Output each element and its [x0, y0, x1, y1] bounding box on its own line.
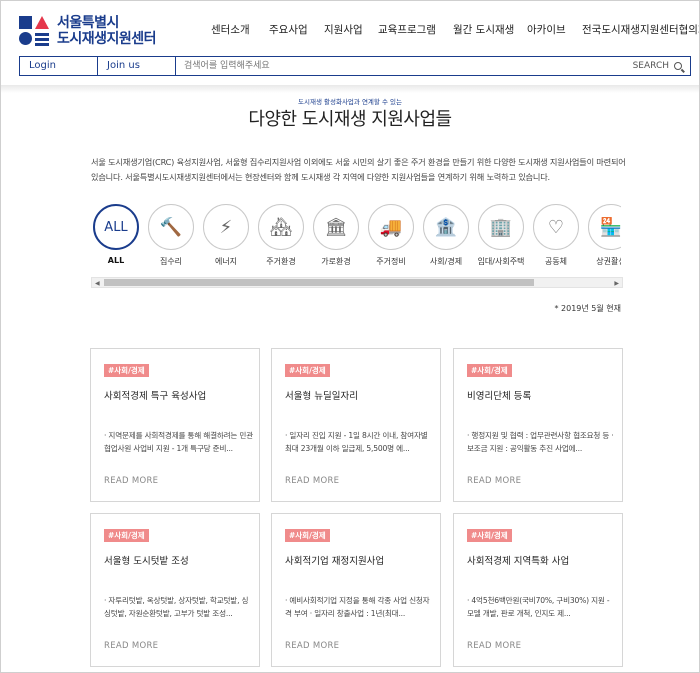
card-summary: · 자투리텃밭, 옥상텃밭, 상자텃밭, 학교텃밭, 싱싱텃밭, 자원순환텃밭,…	[104, 596, 249, 618]
login-button[interactable]: Login	[20, 57, 98, 75]
category-all-badge: ALL	[93, 204, 139, 250]
header-shadow	[1, 85, 699, 93]
category-label: 상권활성	[596, 257, 621, 266]
card-title[interactable]: 사회적경제 지역특화 사업	[467, 553, 617, 567]
program-card[interactable]: #사회/경제 비영리단체 등록 · 행정지원 및 협력 : 업무관련사항 협조요…	[453, 348, 623, 502]
category-label: ALL	[107, 256, 125, 265]
shop-icon: 🏪	[588, 204, 621, 250]
read-more-link[interactable]: READ MORE	[467, 476, 521, 486]
nav-item-monthly[interactable]: 월간 도시재생	[453, 22, 514, 37]
category-tag[interactable]: #사회/경제	[467, 529, 512, 542]
program-card[interactable]: #사회/경제 사회적경제 지역특화 사업 · 4억5천6백만원(국비70%, 구…	[453, 513, 623, 667]
category-commercial[interactable]: 🏪 상권활성	[586, 204, 621, 267]
nav-item-about[interactable]: 센터소개	[211, 22, 250, 37]
category-filter: ALL ALL 🔨 집수리 ⚡ 에너지 🏘 주거환경 🏛 가로환경 🚚 주거정비…	[91, 204, 621, 274]
logo-line-2: 도시재생지원센터	[57, 31, 157, 47]
category-tag[interactable]: #사회/경제	[285, 529, 330, 542]
nav-item-education[interactable]: 교육프로그램	[378, 22, 436, 37]
category-tag[interactable]: #사회/경제	[467, 364, 512, 377]
program-card[interactable]: #사회/경제 사회적기업 재정지원사업 · 예비사회적기업 지정을 통해 각종 …	[271, 513, 441, 667]
category-all[interactable]: ALL ALL	[91, 204, 141, 265]
program-card[interactable]: #사회/경제 서울형 뉴딜일자리 · 일자리 진입 지원 - 1일 8시간 이내…	[271, 348, 441, 502]
street-icon: 🏛	[313, 204, 359, 250]
truck-icon: 🚚	[368, 204, 414, 250]
as-of-date: * 2019년 5월 현재	[554, 304, 621, 313]
scroll-left-icon[interactable]: ◀	[95, 280, 100, 287]
house-icon: 🏘	[258, 204, 304, 250]
category-house-repair[interactable]: 🔨 집수리	[146, 204, 196, 267]
search-label: SEARCH	[632, 61, 669, 71]
card-title[interactable]: 사회적경제 특구 육성사업	[104, 388, 254, 402]
search-icon	[674, 62, 682, 70]
read-more-link[interactable]: READ MORE	[285, 476, 339, 486]
read-more-link[interactable]: READ MORE	[104, 641, 158, 651]
card-summary: · 지역문제를 사회적경제를 통해 해결하려는 민관협업사원 사업비 지원 - …	[104, 431, 254, 453]
scroll-right-icon[interactable]: ▶	[614, 280, 619, 287]
category-housing-maint[interactable]: 🚚 주거정비	[366, 204, 416, 267]
category-energy[interactable]: ⚡ 에너지	[201, 204, 251, 267]
category-tag[interactable]: #사회/경제	[104, 364, 149, 377]
bank-icon: 🏦	[423, 204, 469, 250]
logo-mark-icon	[19, 16, 49, 46]
search-button[interactable]: SEARCH	[633, 57, 690, 75]
program-card[interactable]: #사회/경제 서울형 도시텃밭 조성 · 자투리텃밭, 옥상텃밭, 상자텃밭, …	[90, 513, 260, 667]
building-icon: 🏢	[478, 204, 524, 250]
card-title[interactable]: 사회적기업 재정지원사업	[285, 553, 435, 567]
scrollbar-thumb[interactable]	[104, 279, 534, 286]
nav-item-archive[interactable]: 아카이브	[527, 22, 566, 37]
category-label: 집수리	[159, 257, 183, 266]
category-community[interactable]: ♡ 공동체	[531, 204, 581, 267]
heart-hand-icon: ♡	[533, 204, 579, 250]
site-logo[interactable]: 서울특별시 도시재생지원센터	[19, 15, 157, 47]
category-housing-env[interactable]: 🏘 주거환경	[256, 204, 306, 267]
category-label: 사회/경제	[429, 257, 463, 266]
category-rental-housing[interactable]: 🏢 임대/사회주택	[476, 204, 526, 267]
category-social-economy[interactable]: 🏦 사회/경제	[421, 204, 471, 267]
page-title: 다양한 도시재생 지원사업들	[248, 109, 452, 130]
card-title[interactable]: 서울형 뉴딜일자리	[285, 388, 435, 402]
card-summary: · 4억5천6백만원(국비70%, 구비30%) 지원 - 모델 개발, 판로 …	[467, 596, 610, 618]
page-frame: 서울특별시 도시재생지원센터 센터소개 주요사업 지원사업 교육프로그램 월간 …	[0, 0, 700, 673]
card-summary: · 일자리 진입 지원 - 1일 8시간 이내, 참여자별 최대 23개월 이하…	[285, 431, 428, 453]
site-header: 서울특별시 도시재생지원센터 센터소개 주요사업 지원사업 교육프로그램 월간 …	[1, 1, 699, 89]
section-description: 서울 도시재생기업(CRC) 육성지원사업, 서울형 집수리지원사업 이외에도 …	[91, 157, 626, 182]
category-label: 가로환경	[321, 257, 351, 266]
card-title[interactable]: 서울형 도시텃밭 조성	[104, 553, 254, 567]
read-more-link[interactable]: READ MORE	[104, 476, 158, 486]
search-input[interactable]	[176, 57, 633, 75]
logo-line-1: 서울특별시	[57, 15, 119, 31]
login-search-bar: Login Join us SEARCH	[19, 56, 691, 76]
category-label: 임대/사회주택	[477, 257, 525, 266]
energy-icon: ⚡	[203, 204, 249, 250]
nav-item-support-projects[interactable]: 지원사업	[324, 22, 363, 37]
category-label: 주거정비	[376, 257, 406, 266]
logo-text: 서울특별시 도시재생지원센터	[57, 15, 157, 47]
nav-item-council[interactable]: 전국도시재생지원센터협의회	[582, 22, 699, 37]
category-label: 주거환경	[266, 257, 296, 266]
hammer-icon: 🔨	[148, 204, 194, 250]
nav-item-main-projects[interactable]: 주요사업	[269, 22, 308, 37]
category-label: 에너지	[214, 257, 238, 266]
join-button[interactable]: Join us	[98, 57, 176, 75]
category-scrollbar[interactable]: ◀ ▶	[91, 277, 623, 288]
read-more-link[interactable]: READ MORE	[467, 641, 521, 651]
card-summary: · 예비사회적기업 지정을 통해 각종 사업 신청자격 부여 · 일자리 창출사…	[285, 596, 430, 618]
category-label: 공동체	[544, 257, 568, 266]
category-street-env[interactable]: 🏛 가로환경	[311, 204, 361, 267]
card-title[interactable]: 비영리단체 등록	[467, 388, 617, 402]
card-summary: · 행정지원 및 협력 : 업무관련사항 협조요청 등 · 보조금 지원 : 공…	[467, 431, 614, 453]
read-more-link[interactable]: READ MORE	[285, 641, 339, 651]
category-tag[interactable]: #사회/경제	[285, 364, 330, 377]
category-tag[interactable]: #사회/경제	[104, 529, 149, 542]
program-card[interactable]: #사회/경제 사회적경제 특구 육성사업 · 지역문제를 사회적경제를 통해 해…	[90, 348, 260, 502]
